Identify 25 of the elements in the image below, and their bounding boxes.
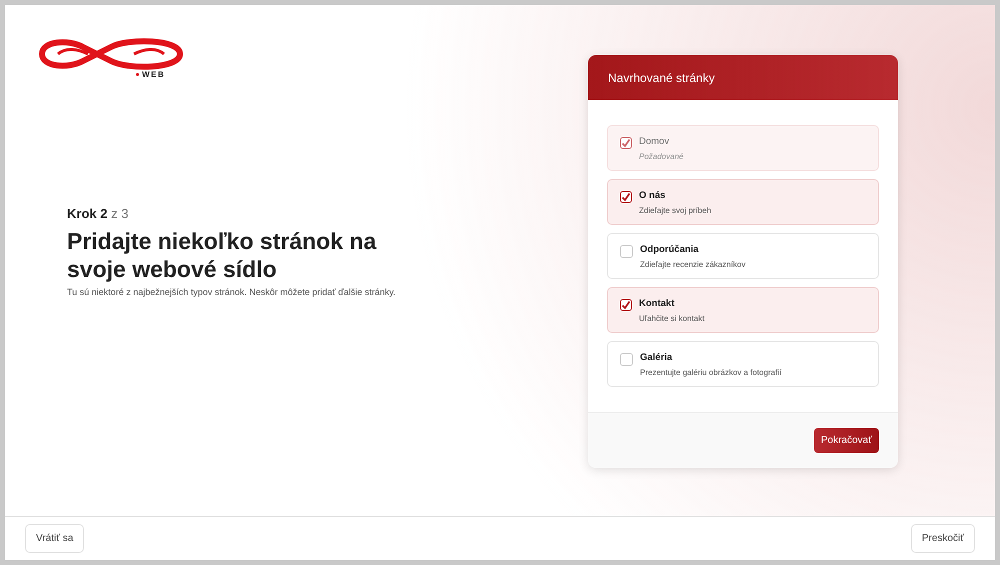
page-option[interactable]: Galéria Prezentujte galériu obrázkov a fotografií: [607, 341, 879, 387]
page-description: Prezentujte galériu obrázkov a fotografií: [640, 368, 782, 377]
page-description: Zdieľajte recenzie zákazníkov: [640, 260, 746, 269]
page-name: Domov: [639, 136, 670, 147]
page-name: Kontakt: [639, 298, 676, 309]
page-option[interactable]: Odporúčania Zdieľajte recenzie zákazníkov: [607, 233, 879, 279]
step-indicator: Krok 2 z 3: [67, 206, 130, 221]
page-description: Zdieľajte svoj príbeh: [639, 206, 712, 215]
card-header: Navrhované stránky: [588, 55, 898, 100]
continue-button[interactable]: Pokračovať: [814, 428, 879, 453]
page-option[interactable]: Kontakt Uľahčite si kontakt: [607, 287, 879, 333]
page-name: O nás: [639, 190, 666, 201]
logo-text: WEB: [142, 70, 166, 79]
page-description: Požadované: [639, 152, 684, 161]
page-subtitle: Tu sú niektoré z najbežnejších typov stránok. Neskôr môžete pridať ďalšie stránky.: [67, 287, 397, 297]
checkbox[interactable]: [620, 299, 632, 311]
checkbox[interactable]: [620, 191, 632, 203]
logo-dot-icon: [136, 73, 139, 76]
page-option[interactable]: O nás Zdieľajte svoj príbeh: [607, 179, 879, 225]
back-button[interactable]: Vrátiť sa: [25, 524, 84, 553]
page-name: Galéria: [640, 352, 674, 363]
page-title: Pridajte niekoľko stránok na svoje webové sídlo: [67, 227, 378, 283]
page-name: Odporúčania: [640, 244, 700, 255]
page-description: Uľahčite si kontakt: [639, 314, 704, 323]
skip-button[interactable]: Preskočiť: [910, 524, 975, 553]
